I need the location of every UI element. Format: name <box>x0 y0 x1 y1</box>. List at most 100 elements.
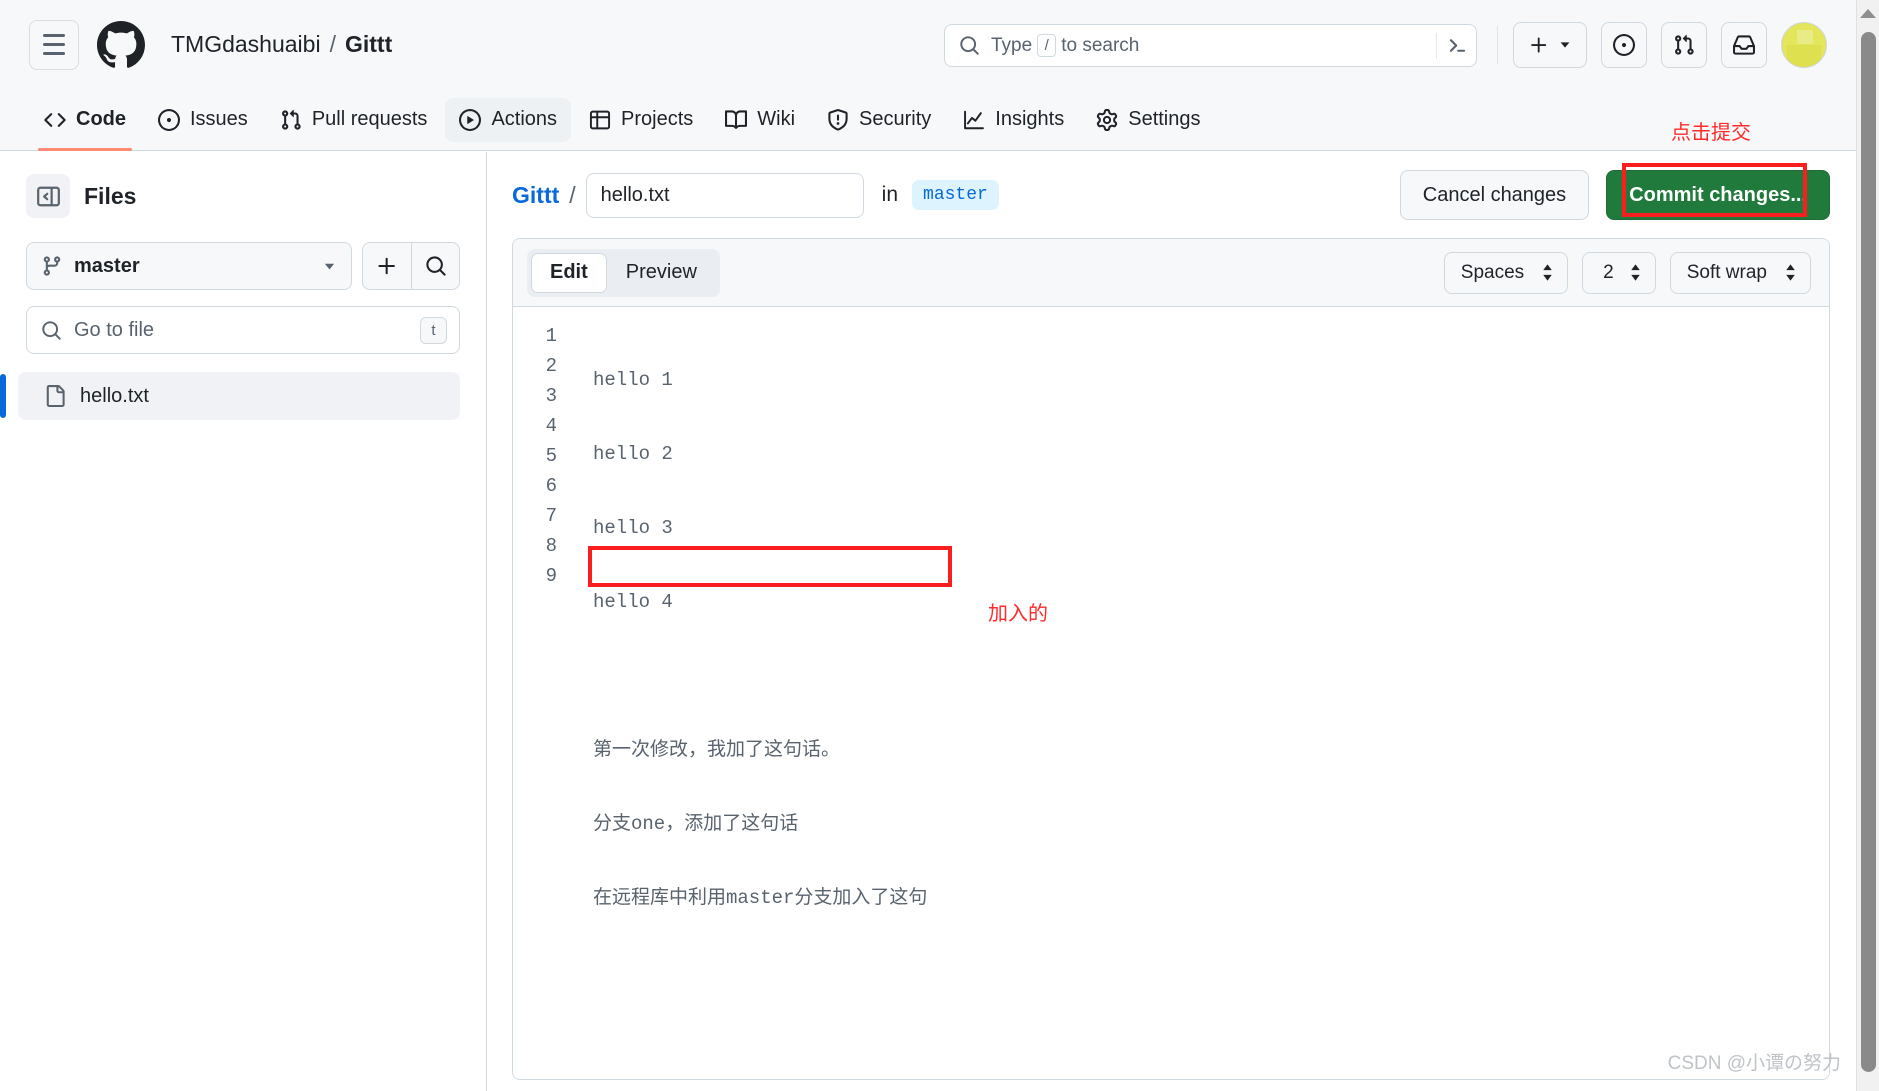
git-pull-request-icon <box>281 109 301 130</box>
tab-security-label: Security <box>859 108 932 130</box>
tab-projects[interactable]: Projects <box>575 98 707 142</box>
go-to-file-input[interactable]: Go to file t <box>26 306 460 354</box>
in-label: in <box>881 183 899 206</box>
search-icon <box>425 256 446 276</box>
line-number: 8 <box>545 535 557 557</box>
breadcrumb-separator: / <box>329 31 336 57</box>
play-icon <box>459 108 482 131</box>
tab-pull-requests[interactable]: Pull requests <box>266 98 442 142</box>
github-file-editor-page: TMGdashuaibi / Gittt Type / to search Co… <box>0 0 1879 1091</box>
branch-row: master <box>0 242 486 290</box>
line-number: 6 <box>545 475 557 497</box>
chevron-down-icon <box>324 263 335 269</box>
commit-changes-button[interactable]: Commit changes... <box>1606 170 1830 220</box>
code-line: 在远程库中利用master分支加入了这句 <box>593 887 928 909</box>
code-line: hello 1 <box>593 369 673 391</box>
file-path-bar: Gittt / in master Cancel changes Commit … <box>488 152 1856 238</box>
hamburger-icon-line <box>43 34 65 37</box>
notifications-inbox-button[interactable] <box>1721 22 1767 68</box>
line-number: 5 <box>545 445 557 467</box>
tab-security[interactable]: Security <box>813 98 945 142</box>
gear-icon <box>1097 108 1118 131</box>
file-icon <box>46 385 65 407</box>
branch-selector[interactable]: master <box>26 242 352 290</box>
tab-insights-label: Insights <box>995 108 1065 130</box>
code-icon <box>44 112 66 127</box>
issues-button[interactable] <box>1601 22 1647 68</box>
breadcrumb-owner[interactable]: TMGdashuaibi <box>171 31 321 58</box>
tab-preview[interactable]: Preview <box>607 253 716 293</box>
tab-code[interactable]: Code <box>30 98 140 151</box>
tab-issues-label: Issues <box>190 108 248 130</box>
line-number: 2 <box>545 355 557 377</box>
code-line: hello 2 <box>593 443 673 465</box>
tab-settings[interactable]: Settings <box>1082 98 1214 142</box>
tab-wiki-label: Wiki <box>757 108 796 130</box>
repo-breadcrumb: TMGdashuaibi / Gittt <box>171 31 392 58</box>
table-icon <box>589 110 611 129</box>
indent-size-select[interactable]: 2 <box>1582 251 1656 294</box>
annotation-commit-label: 点击提交 <box>1671 122 1751 144</box>
code-line: hello 3 <box>593 517 673 539</box>
avatar[interactable] <box>1781 22 1827 68</box>
line-number: 3 <box>545 385 557 407</box>
command-palette-icon[interactable] <box>1436 32 1468 59</box>
sort-arrows-icon <box>1786 264 1795 281</box>
repo-nav-tabs: Code Issues Pull requests Actions Projec… <box>0 89 1856 151</box>
sidebar-icon-group <box>362 242 460 290</box>
search-input[interactable]: Type / to search <box>944 24 1477 67</box>
code-text-area[interactable]: hello 1 hello 2 hello 3 hello 4 第一次修改，我加… <box>575 321 1829 1079</box>
tab-actions[interactable]: Actions <box>445 97 572 142</box>
line-number: 7 <box>545 505 557 527</box>
filename-input[interactable] <box>585 172 864 218</box>
list-item-label: hello.txt <box>80 384 149 407</box>
list-item[interactable]: hello.txt <box>0 372 460 420</box>
scrollbar-thumb[interactable] <box>1861 32 1876 1072</box>
code-line: hello 4 <box>593 591 673 613</box>
edit-preview-tabs: Edit Preview <box>527 248 720 297</box>
tab-pull-requests-label: Pull requests <box>311 108 428 130</box>
indent-mode-value: Spaces <box>1460 261 1525 283</box>
search-files-button[interactable] <box>411 243 459 289</box>
tab-settings-label: Settings <box>1128 108 1201 130</box>
indent-mode-select[interactable]: Spaces <box>1443 251 1569 294</box>
breadcrumb-repo[interactable]: Gittt <box>345 31 392 58</box>
tab-code-label: Code <box>76 108 126 130</box>
github-logo-icon[interactable] <box>97 20 145 69</box>
create-new-button[interactable] <box>1513 22 1587 68</box>
breadcrumb-repo-link[interactable]: Gittt <box>512 182 559 209</box>
tab-edit[interactable]: Edit <box>531 252 607 293</box>
line-number: 1 <box>545 325 557 347</box>
sidebar-collapse-icon[interactable] <box>26 174 70 218</box>
circle-dot-icon <box>158 108 180 131</box>
selected-indicator <box>0 374 6 418</box>
scroll-up-arrow-icon[interactable] <box>1860 9 1876 18</box>
git-branch-icon <box>43 256 61 276</box>
pull-requests-button[interactable] <box>1661 22 1707 68</box>
editor-body[interactable]: 1 2 3 4 5 6 7 8 9 hello 1 hello 2 hello … <box>513 307 1829 1079</box>
vertical-scrollbar[interactable] <box>1856 0 1879 1091</box>
go-to-file-shortcut: t <box>420 316 447 344</box>
tab-issues[interactable]: Issues <box>144 98 262 142</box>
path-actions: Cancel changes Commit changes... <box>1399 170 1830 220</box>
search-slash-key: / <box>1037 34 1057 57</box>
global-header: TMGdashuaibi / Gittt Type / to search <box>0 0 1856 89</box>
cancel-changes-button[interactable]: Cancel changes <box>1399 170 1590 220</box>
search-icon <box>959 35 980 56</box>
tab-insights[interactable]: Insights <box>949 98 1078 142</box>
tab-wiki[interactable]: Wiki <box>711 98 809 142</box>
watermark: CSDN @小谭の努力 <box>1667 1053 1841 1074</box>
graph-icon <box>964 110 985 129</box>
annotation-added-label: 加入的 <box>988 603 1048 625</box>
search-icon <box>42 320 61 340</box>
wrap-mode-select[interactable]: Soft wrap <box>1669 251 1811 294</box>
hamburger-icon-line <box>43 52 65 55</box>
search-placeholder-suffix: to search <box>1061 34 1140 56</box>
sort-arrows-icon <box>1630 264 1640 281</box>
hamburger-menu-button[interactable] <box>29 19 79 70</box>
line-number: 9 <box>545 565 557 587</box>
branch-name-label: master <box>74 254 140 277</box>
add-file-button[interactable] <box>363 243 411 289</box>
tab-actions-label: Actions <box>491 108 558 130</box>
